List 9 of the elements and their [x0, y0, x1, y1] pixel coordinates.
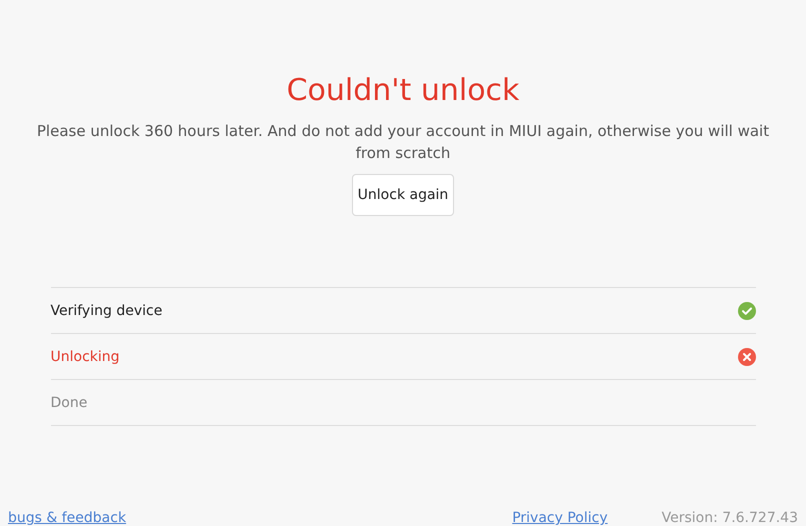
step-label: Verifying device	[50, 302, 162, 318]
step-label: Unlocking	[50, 348, 120, 364]
message-text: Please unlock 360 hours later. And do not add your account in MIUI again, otherwise you will wait from scratch	[36, 121, 770, 164]
privacy-link[interactable]: Privacy Policy	[512, 510, 608, 526]
step-label: Done	[50, 394, 88, 410]
version-text: Version: 7.6.727.43	[662, 510, 798, 526]
page-title: Couldn't unlock	[286, 72, 520, 110]
unlock-again-button[interactable]: Unlock again	[352, 174, 454, 216]
feedback-link[interactable]: bugs & feedback	[8, 510, 126, 526]
